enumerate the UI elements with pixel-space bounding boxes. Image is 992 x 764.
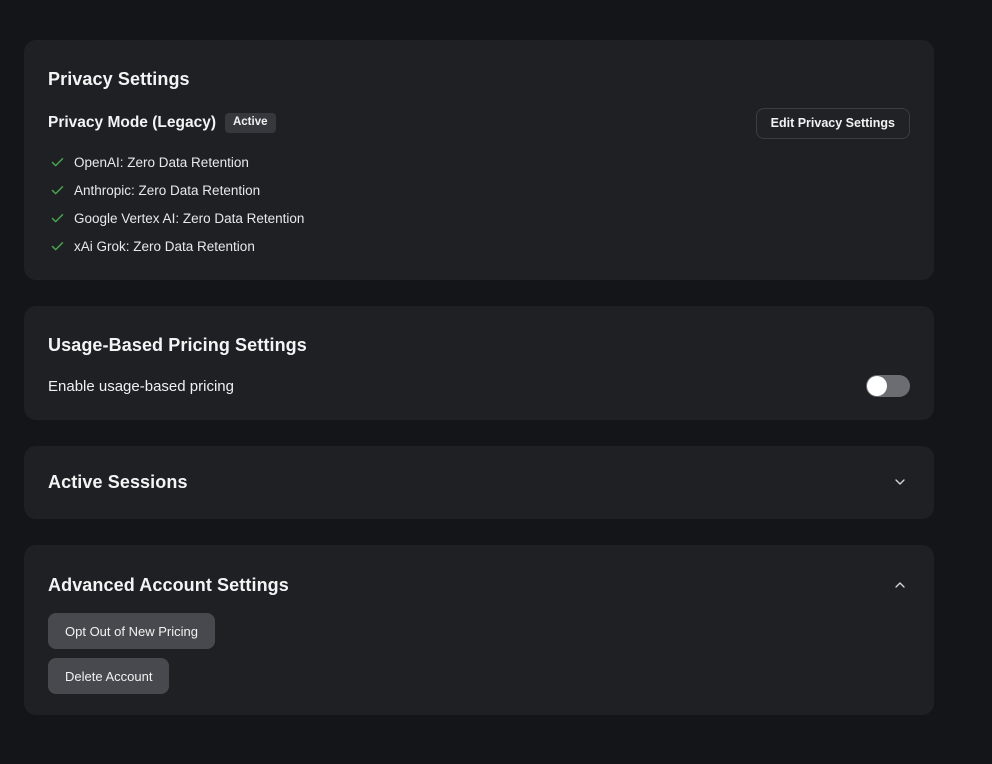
- retention-item-label: OpenAI: Zero Data Retention: [74, 155, 249, 170]
- retention-list: OpenAI: Zero Data Retention Anthropic: Z…: [48, 155, 910, 254]
- list-item: xAi Grok: Zero Data Retention: [50, 239, 910, 254]
- edit-privacy-settings-button[interactable]: Edit Privacy Settings: [756, 108, 910, 139]
- delete-account-button[interactable]: Delete Account: [48, 658, 169, 694]
- list-item: Anthropic: Zero Data Retention: [50, 183, 910, 198]
- usage-pricing-toggle-label: Enable usage-based pricing: [48, 378, 234, 395]
- active-sessions-title: Active Sessions: [48, 471, 188, 493]
- privacy-mode-label: Privacy Mode (Legacy): [48, 114, 216, 132]
- chevron-down-icon[interactable]: [892, 474, 908, 490]
- privacy-mode-group: Privacy Mode (Legacy) Active: [48, 113, 276, 133]
- advanced-settings-card: Advanced Account Settings Opt Out of New…: [24, 545, 934, 715]
- advanced-settings-header[interactable]: Advanced Account Settings: [48, 574, 910, 596]
- retention-item-label: xAi Grok: Zero Data Retention: [74, 239, 255, 254]
- active-sessions-header[interactable]: Active Sessions: [48, 471, 910, 493]
- active-sessions-card: Active Sessions: [24, 446, 934, 519]
- advanced-settings-title: Advanced Account Settings: [48, 574, 289, 596]
- check-icon: [50, 183, 65, 198]
- retention-item-label: Google Vertex AI: Zero Data Retention: [74, 211, 304, 226]
- usage-pricing-row: Enable usage-based pricing: [48, 375, 910, 397]
- opt-out-new-pricing-button[interactable]: Opt Out of New Pricing: [48, 613, 215, 649]
- chevron-up-icon[interactable]: [892, 577, 908, 593]
- toggle-knob: [867, 376, 887, 396]
- check-icon: [50, 239, 65, 254]
- settings-content: Privacy Settings Privacy Mode (Legacy) A…: [0, 0, 992, 715]
- list-item: OpenAI: Zero Data Retention: [50, 155, 910, 170]
- usage-pricing-card: Usage-Based Pricing Settings Enable usag…: [24, 306, 934, 420]
- usage-pricing-toggle[interactable]: [866, 375, 910, 397]
- privacy-settings-card: Privacy Settings Privacy Mode (Legacy) A…: [24, 40, 934, 280]
- privacy-mode-row: Privacy Mode (Legacy) Active Edit Privac…: [48, 108, 910, 138]
- usage-pricing-title: Usage-Based Pricing Settings: [48, 334, 910, 356]
- retention-item-label: Anthropic: Zero Data Retention: [74, 183, 260, 198]
- check-icon: [50, 155, 65, 170]
- check-icon: [50, 211, 65, 226]
- settings-page: Privacy Settings Privacy Mode (Legacy) A…: [0, 0, 992, 764]
- list-item: Google Vertex AI: Zero Data Retention: [50, 211, 910, 226]
- status-badge: Active: [225, 113, 276, 133]
- privacy-settings-title: Privacy Settings: [48, 68, 910, 90]
